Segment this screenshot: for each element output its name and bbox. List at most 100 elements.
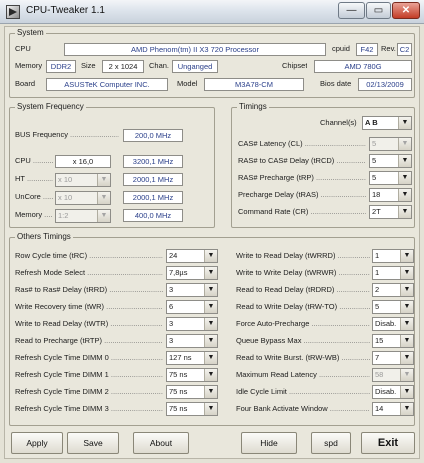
memory-size-field: 2 x 1024 (102, 60, 144, 73)
timing-value: 5 (372, 173, 377, 182)
about-button[interactable]: About (133, 432, 189, 454)
apply-button[interactable]: Apply (11, 432, 63, 454)
rev-label: Rev. (381, 44, 396, 53)
system-group: System CPU AMD Phenom(tm) II X3 720 Proc… (9, 28, 415, 98)
memory-label: Memory (15, 61, 43, 70)
timing-label: RAS# Precharge (tRP) (238, 172, 366, 184)
trfc-dimm3-select[interactable]: 75 ns ▼ (166, 402, 218, 416)
title-bar[interactable]: CPU-Tweaker 1.1 — ▭ ✕ (0, 0, 424, 24)
trw-wb-select[interactable]: 7 ▼ (372, 351, 414, 365)
timing-value: Disab. (375, 387, 397, 396)
bios-date-field: 02/13/2009 (358, 78, 412, 91)
cas-latency-select[interactable]: 5 ▼ (369, 137, 412, 151)
timing-value: 1 (375, 251, 380, 260)
ht-multiplier-select[interactable]: x 10 ▼ (55, 173, 111, 187)
tfaw-select[interactable]: 14 ▼ (372, 402, 414, 416)
channels-label: Channel(s) (320, 118, 357, 127)
cpu-frequency-field: 3200,1 MHz (123, 155, 183, 168)
timing-label: Refresh Cycle Time DIMM 2 (15, 386, 163, 398)
trfc-dimm2-select[interactable]: 75 ns ▼ (166, 385, 218, 399)
timing-value: 2 (375, 285, 380, 294)
timings-group-title: Timings (237, 102, 269, 111)
trfc-dimm0-select[interactable]: 127 ns ▼ (166, 351, 218, 365)
trp-select[interactable]: 5 ▼ (369, 171, 412, 185)
trc-select[interactable]: 24 ▼ (166, 249, 218, 263)
channels-select[interactable]: A B ▼ (362, 116, 412, 130)
ht-frequency-field: 2000,1 MHz (123, 173, 183, 186)
uncore-multiplier-select[interactable]: x 10 ▼ (55, 191, 111, 205)
max-read-latency-select[interactable]: 58 ▼ (372, 368, 414, 382)
trcd-select[interactable]: 5 ▼ (369, 154, 412, 168)
timing-value: 3 (169, 285, 174, 294)
size-label: Size (81, 61, 96, 70)
timing-value: 3 (169, 319, 174, 328)
timing-value: 75 ns (169, 387, 188, 396)
timing-label: Read to Precharge (tRTP) (15, 335, 163, 347)
dropdown-arrow-icon: ▼ (204, 301, 217, 313)
timing-value: 5 (372, 139, 377, 148)
uncore-multiplier-value: x 10 (58, 193, 73, 202)
bus-frequency-field: 200,0 MHz (123, 129, 183, 142)
cpuid-label: cpuid (332, 44, 350, 53)
memory-frequency-label: Memory (15, 209, 53, 221)
dropdown-arrow-icon: ▼ (398, 206, 411, 218)
timing-value: 5 (375, 302, 380, 311)
exit-button[interactable]: Exit (361, 432, 415, 454)
dropdown-arrow-icon: ▼ (204, 352, 217, 364)
trw-to-select[interactable]: 5 ▼ (372, 300, 414, 314)
idle-cycle-limit-select[interactable]: Disab. ▼ (372, 385, 414, 399)
model-field: M3A78-CM (204, 78, 304, 91)
timing-label: Read to Write Burst. (tRW-WB) (236, 352, 370, 364)
timing-value: 7 (375, 353, 380, 362)
timings-group: Timings Channel(s) A B ▼ CAS# Latency (C… (231, 102, 415, 228)
force-auto-precharge-select[interactable]: Disab. ▼ (372, 317, 414, 331)
timing-value: 75 ns (169, 370, 188, 379)
refresh-mode-select[interactable]: 7,8µs ▼ (166, 266, 218, 280)
trrd-select[interactable]: 3 ▼ (166, 283, 218, 297)
memory-frequency-field: 400,0 MHz (123, 209, 183, 222)
hide-button[interactable]: Hide (241, 432, 297, 454)
timing-label: Force Auto-Precharge (236, 318, 370, 330)
twtr-select[interactable]: 3 ▼ (166, 317, 218, 331)
queue-bypass-max-select[interactable]: 15 ▼ (372, 334, 414, 348)
timing-label: Refresh Cycle Time DIMM 3 (15, 403, 163, 415)
trfc-dimm1-select[interactable]: 75 ns ▼ (166, 368, 218, 382)
dropdown-arrow-icon: ▼ (204, 250, 217, 262)
twrrd-select[interactable]: 1 ▼ (372, 249, 414, 263)
timing-label: Write Recovery time (tWR) (15, 301, 163, 313)
rev-field: C2 (397, 43, 412, 56)
timing-label: Write to Read Delay (tWTR) (15, 318, 163, 330)
save-button[interactable]: Save (67, 432, 119, 454)
memory-ratio-select[interactable]: 1:2 ▼ (55, 209, 111, 223)
app-icon (6, 5, 20, 19)
trdrd-select[interactable]: 2 ▼ (372, 283, 414, 297)
window-title: CPU-Tweaker 1.1 (26, 5, 105, 16)
close-button[interactable]: ✕ (392, 2, 420, 19)
ht-multiplier-value: x 10 (58, 175, 73, 184)
cpu-name-field: AMD Phenom(tm) II X3 720 Processor (64, 43, 326, 56)
spd-button[interactable]: spd (311, 432, 351, 454)
timing-value: 58 (375, 370, 384, 379)
tras-select[interactable]: 18 ▼ (369, 188, 412, 202)
maximize-button[interactable]: ▭ (366, 2, 391, 19)
others-timings-group: Others Timings Row Cycle time (tRC) 24 ▼… (9, 232, 415, 426)
memory-type-field: DDR2 (46, 60, 76, 73)
bus-frequency-label: BUS Frequency (15, 129, 119, 141)
chipset-field: AMD 780G (314, 60, 412, 73)
trtp-select[interactable]: 3 ▼ (166, 334, 218, 348)
dropdown-arrow-icon: ▼ (398, 117, 411, 129)
dropdown-arrow-icon: ▼ (204, 318, 217, 330)
twr-select[interactable]: 6 ▼ (166, 300, 218, 314)
timing-value: 18 (372, 190, 381, 199)
model-label: Model (177, 79, 198, 88)
timing-label: Row Cycle time (tRC) (15, 250, 163, 262)
minimize-button[interactable]: — (338, 2, 365, 19)
dropdown-arrow-icon: ▼ (97, 210, 110, 222)
dropdown-arrow-icon: ▼ (400, 318, 413, 330)
twrwr-select[interactable]: 1 ▼ (372, 266, 414, 280)
memory-ratio-value: 1:2 (58, 211, 69, 220)
timing-value: 75 ns (169, 404, 188, 413)
timing-value: 5 (372, 156, 377, 165)
command-rate-select[interactable]: 2T ▼ (369, 205, 412, 219)
timing-label: Idle Cycle Limit (236, 386, 370, 398)
